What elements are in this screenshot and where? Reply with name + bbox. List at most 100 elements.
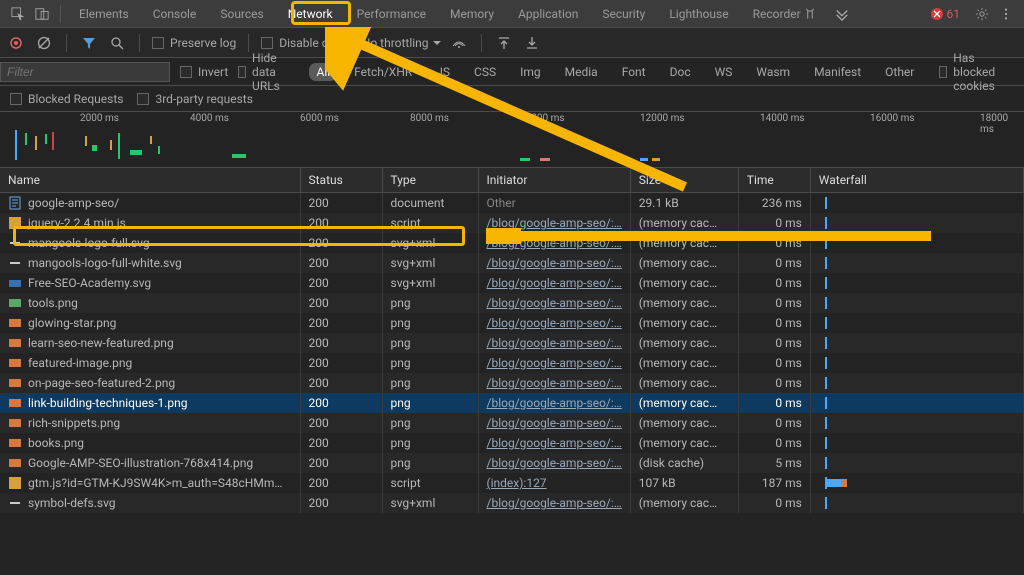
tab-sources[interactable]: Sources (208, 0, 275, 27)
tab-security[interactable]: Security (590, 0, 657, 27)
col-status[interactable]: Status (300, 168, 382, 193)
invert-checkbox[interactable]: Invert (180, 65, 228, 79)
tab-memory[interactable]: Memory (438, 0, 506, 27)
more-tabs-icon[interactable] (828, 2, 856, 26)
export-har-icon[interactable] (522, 33, 542, 53)
request-initiator[interactable]: /blog/google-amp-seo/:… (478, 393, 630, 413)
settings-icon[interactable] (970, 2, 994, 26)
request-type: png (382, 433, 478, 453)
import-har-icon[interactable] (494, 33, 514, 53)
col-name[interactable]: Name (0, 168, 300, 193)
tab-console[interactable]: Console (141, 0, 209, 27)
network-conditions-icon[interactable] (449, 33, 469, 53)
col-waterfall[interactable]: Waterfall (810, 168, 1023, 193)
kebab-icon[interactable] (994, 2, 1018, 26)
request-initiator[interactable]: /blog/google-amp-seo/:… (478, 273, 630, 293)
table-row[interactable]: symbol-defs.svg200svg+xml/blog/google-am… (0, 493, 1024, 513)
filter-type-js[interactable]: JS (429, 63, 457, 81)
filter-type-other[interactable]: Other (878, 63, 921, 81)
table-row[interactable]: featured-image.png200png/blog/google-amp… (0, 353, 1024, 373)
request-status: 200 (300, 393, 382, 413)
request-name: google-amp-seo/ (28, 196, 119, 210)
request-initiator[interactable]: (index):127 (478, 473, 630, 493)
blocked-requests-checkbox[interactable]: Blocked Requests (10, 92, 123, 106)
table-row[interactable]: link-building-techniques-1.png200png/blo… (0, 393, 1024, 413)
request-initiator[interactable]: /blog/google-amp-seo/:… (478, 253, 630, 273)
request-initiator[interactable]: /blog/google-amp-seo/:… (478, 413, 630, 433)
clear-icon[interactable] (34, 33, 54, 53)
request-time: 0 ms (738, 353, 810, 373)
request-initiator[interactable]: /blog/google-amp-seo/:… (478, 353, 630, 373)
filter-type-media[interactable]: Media (558, 63, 605, 81)
table-row[interactable]: gtm.js?id=GTM-KJ9SW4K>m_auth=S48cHMm…200… (0, 473, 1024, 493)
request-initiator[interactable]: /blog/google-amp-seo/:… (478, 233, 630, 253)
request-initiator[interactable]: /blog/google-amp-seo/:… (478, 313, 630, 333)
filter-type-font[interactable]: Font (615, 63, 653, 81)
tab-network[interactable]: Network (276, 0, 345, 27)
table-row[interactable]: rich-snippets.png200png/blog/google-amp-… (0, 413, 1024, 433)
filter-type-ws[interactable]: WS (708, 63, 740, 81)
table-row[interactable]: tools.png200png/blog/google-amp-seo/:…(m… (0, 293, 1024, 313)
filter-type-manifest[interactable]: Manifest (807, 63, 868, 81)
preserve-log-checkbox[interactable]: Preserve log (152, 36, 236, 50)
hide-data-urls-checkbox[interactable]: Hide data URLs (238, 51, 299, 93)
tab-performance[interactable]: Performance (345, 0, 438, 27)
tab-lighthouse[interactable]: Lighthouse (657, 0, 740, 27)
request-initiator[interactable]: /blog/google-amp-seo/:… (478, 453, 630, 473)
request-size: 107 kB (630, 473, 738, 493)
filter-type-wasm[interactable]: Wasm (749, 63, 797, 81)
table-row[interactable]: jquery-2.2.4.min.js200script/blog/google… (0, 213, 1024, 233)
request-name: glowing-star.png (28, 316, 116, 330)
table-row[interactable]: learn-seo-new-featured.png200png/blog/go… (0, 333, 1024, 353)
request-size: (memory cac… (630, 353, 738, 373)
request-status: 200 (300, 193, 382, 214)
filter-input[interactable] (0, 62, 170, 82)
request-name: rich-snippets.png (28, 416, 120, 430)
waterfall-cell (810, 413, 1023, 433)
filter-type-css[interactable]: CSS (467, 63, 503, 81)
col-initiator[interactable]: Initiator (478, 168, 630, 193)
timeline-overview[interactable]: 2000 ms 4000 ms 6000 ms 8000 ms 10000 ms… (0, 112, 1024, 168)
filter-type-img[interactable]: Img (513, 63, 548, 81)
waterfall-cell (810, 393, 1023, 413)
record-icon[interactable] (6, 33, 26, 53)
request-initiator[interactable]: /blog/google-amp-seo/:… (478, 373, 630, 393)
filter-icon[interactable] (79, 33, 99, 53)
table-row[interactable]: mangools-logo-full-white.svg200svg+xml/b… (0, 253, 1024, 273)
table-row[interactable]: google-amp-seo/200documentOther29.1 kB23… (0, 193, 1024, 214)
filter-bar-2: Blocked Requests 3rd-party requests (0, 86, 1024, 112)
throttling-select[interactable]: No throttling (362, 36, 441, 50)
file-icon (8, 316, 22, 330)
col-type[interactable]: Type (382, 168, 478, 193)
device-toggle-icon[interactable] (30, 2, 54, 26)
table-row[interactable]: Google-AMP-SEO-illustration-768x414.png2… (0, 453, 1024, 473)
table-row[interactable]: books.png200png/blog/google-amp-seo/:…(m… (0, 433, 1024, 453)
filter-type-all[interactable]: All (309, 63, 337, 81)
request-type: png (382, 333, 478, 353)
col-size[interactable]: Size (630, 168, 738, 193)
table-row[interactable]: Free-SEO-Academy.svg200svg+xml/blog/goog… (0, 273, 1024, 293)
col-time[interactable]: Time (738, 168, 810, 193)
request-initiator[interactable]: /blog/google-amp-seo/:… (478, 433, 630, 453)
third-party-checkbox[interactable]: 3rd-party requests (137, 92, 252, 106)
filter-type-doc[interactable]: Doc (663, 63, 698, 81)
inspect-icon[interactable] (6, 2, 30, 26)
has-blocked-cookies-checkbox[interactable]: Has blocked cookies (939, 51, 1018, 93)
disable-cache-checkbox[interactable]: Disable cache (261, 36, 354, 50)
request-initiator[interactable]: Other (478, 193, 630, 214)
request-initiator[interactable]: /blog/google-amp-seo/:… (478, 213, 630, 233)
request-initiator[interactable]: /blog/google-amp-seo/:… (478, 293, 630, 313)
request-initiator[interactable]: /blog/google-amp-seo/:… (478, 493, 630, 513)
request-initiator[interactable]: /blog/google-amp-seo/:… (478, 333, 630, 353)
errors-badge[interactable]: 61 (931, 7, 961, 21)
search-icon[interactable] (107, 33, 127, 53)
tab-elements[interactable]: Elements (67, 0, 141, 27)
table-row[interactable]: mangools-logo-full.svg200svg+xml/blog/go… (0, 233, 1024, 253)
filter-type-fetchxhr[interactable]: Fetch/XHR (347, 63, 419, 81)
table-row[interactable]: glowing-star.png200png/blog/google-amp-s… (0, 313, 1024, 333)
request-time: 0 ms (738, 253, 810, 273)
tab-recorder[interactable]: Recorder (741, 0, 828, 27)
table-row[interactable]: on-page-seo-featured-2.png200png/blog/go… (0, 373, 1024, 393)
request-type: png (382, 293, 478, 313)
tab-application[interactable]: Application (506, 0, 590, 27)
